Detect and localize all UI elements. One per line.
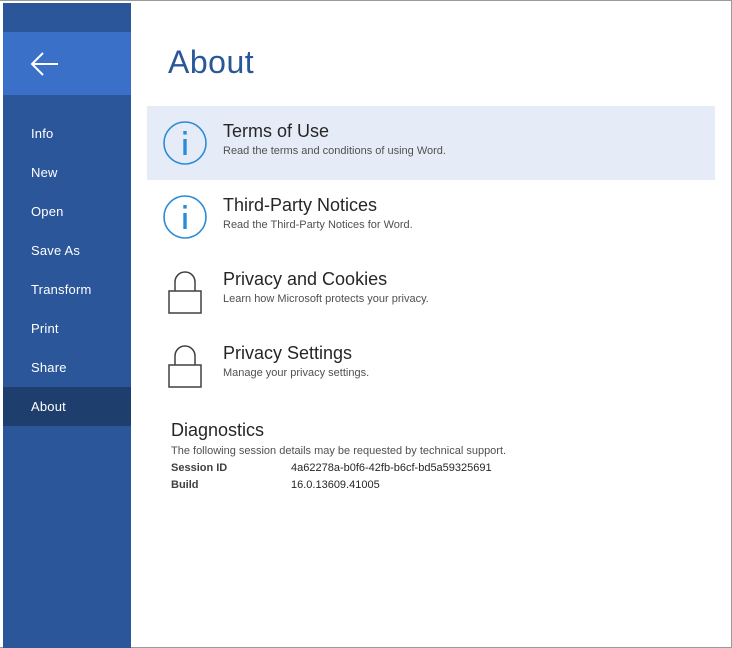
session-id-label: Session ID xyxy=(171,462,228,474)
privacy-settings-tile[interactable]: Privacy Settings Manage your privacy set… xyxy=(147,328,715,402)
info-icon xyxy=(163,195,207,239)
nav-item-about[interactable]: About xyxy=(3,387,131,426)
nav-item-open[interactable]: Open xyxy=(3,192,131,231)
nav-item-info[interactable]: Info xyxy=(3,114,131,153)
nav-item-new[interactable]: New xyxy=(3,153,131,192)
about-pane: About Terms of Use Read the terms and co… xyxy=(131,0,731,648)
third-party-notices-tile[interactable]: Third-Party Notices Read the Third-Party… xyxy=(147,180,715,254)
nav-item-label: Share xyxy=(31,360,67,375)
tile-description: Manage your privacy settings. xyxy=(223,367,370,379)
nav-item-share[interactable]: Share xyxy=(3,348,131,387)
nav-item-transform[interactable]: Transform xyxy=(3,270,131,309)
tile-description: Learn how Microsoft protects your privac… xyxy=(223,293,429,305)
nav-item-label: Print xyxy=(31,321,59,336)
info-icon xyxy=(163,121,207,165)
tile-description: Read the Third-Party Notices for Word. xyxy=(223,219,413,231)
build-label: Build xyxy=(171,479,199,491)
backstage-sidebar: Info New Open Save As Transform Print Sh… xyxy=(3,3,131,648)
diagnostics-title: Diagnostics xyxy=(171,420,265,440)
nav-item-save-as[interactable]: Save As xyxy=(3,231,131,270)
nav-item-print[interactable]: Print xyxy=(3,309,131,348)
tile-title: Privacy and Cookies xyxy=(223,269,388,289)
backstage-nav: Info New Open Save As Transform Print Sh… xyxy=(3,114,131,426)
nav-item-label: Save As xyxy=(31,243,81,258)
nav-item-label: Open xyxy=(31,204,64,219)
build-value[interactable]: 16.0.13609.41005 xyxy=(291,479,380,491)
tile-description: Read the terms and conditions of using W… xyxy=(223,145,446,157)
tile-title: Privacy Settings xyxy=(223,343,353,363)
diagnostics-description: The following session details may be req… xyxy=(171,445,507,457)
diagnostics-section: Diagnostics The following session detail… xyxy=(171,420,711,491)
terms-of-use-tile[interactable]: Terms of Use Read the terms and conditio… xyxy=(147,106,715,180)
privacy-and-cookies-tile[interactable]: Privacy and Cookies Learn how Microsoft … xyxy=(147,254,715,328)
page-title: About xyxy=(168,44,255,80)
nav-item-label: Transform xyxy=(31,282,92,297)
nav-item-label: New xyxy=(31,165,58,180)
nav-item-label: Info xyxy=(31,126,54,141)
diagnostics-row: Session ID 4a62278a-b0f6-42fb-b6cf-bd5a5… xyxy=(171,462,711,474)
nav-item-label: About xyxy=(31,399,66,414)
tile-title: Third-Party Notices xyxy=(223,195,378,215)
session-id-value[interactable]: 4a62278a-b0f6-42fb-b6cf-bd5a59325691 xyxy=(291,462,492,474)
arrow-left-icon xyxy=(30,51,58,76)
lock-icon xyxy=(168,271,202,314)
tile-title: Terms of Use xyxy=(223,121,330,141)
diagnostics-row: Build 16.0.13609.41005 xyxy=(171,479,711,491)
lock-icon xyxy=(168,345,202,388)
back-button[interactable] xyxy=(3,32,131,95)
